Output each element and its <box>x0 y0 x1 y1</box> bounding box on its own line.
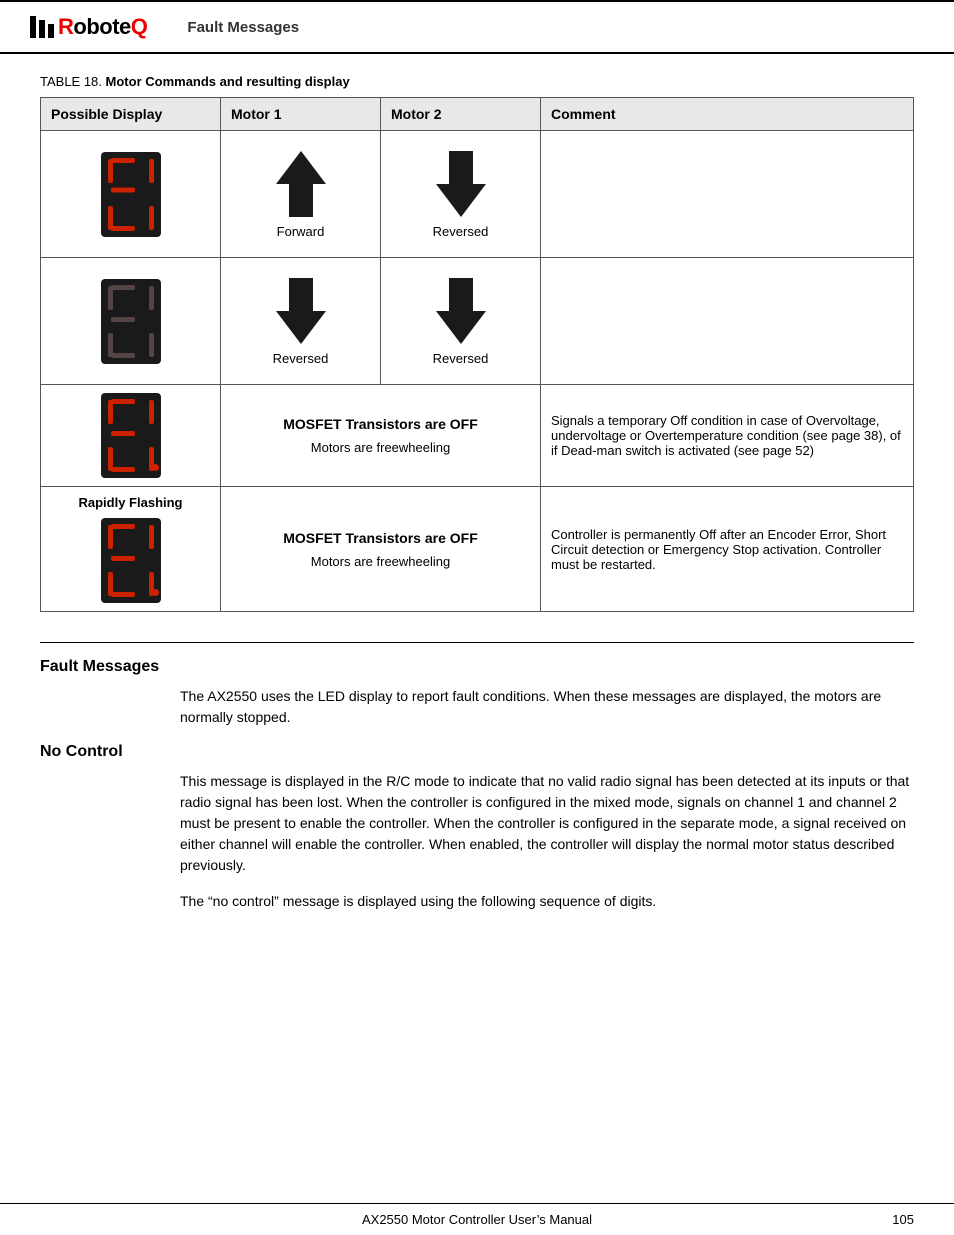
logo-text: RoboteQ <box>58 14 147 40</box>
mosfet-subtitle-row4: Motors are freewheeling <box>231 554 530 569</box>
no-control-body1: This message is displayed in the R/C mod… <box>180 771 914 876</box>
col-header-comment: Comment <box>541 98 914 131</box>
display-cell-row4: Rapidly Flashing <box>41 487 221 612</box>
arrow-down-container-m2r2: Reversed <box>391 266 530 376</box>
logo-bar-2 <box>39 20 45 38</box>
comment-cell-row2 <box>541 258 914 385</box>
fault-messages-divider <box>40 642 914 643</box>
footer-page: 105 <box>814 1212 914 1227</box>
motor1-label-row2: Reversed <box>273 351 329 366</box>
motor1-cell-row2: Reversed <box>221 258 381 385</box>
led-display-row3 <box>101 393 161 478</box>
no-control-body2: The “no control” message is displayed us… <box>180 891 914 912</box>
mosfet-cell-row3: MOSFET Transistors are OFF Motors are fr… <box>221 385 541 487</box>
arrow-down-icon-row1 <box>431 149 491 219</box>
table-row: Rapidly Flashing <box>41 487 914 612</box>
fault-messages-body: The AX2550 uses the LED display to repor… <box>180 686 914 728</box>
led-display-row4 <box>101 518 161 603</box>
arrow-up-container: Forward <box>231 139 370 249</box>
comment-cell-row3: Signals a temporary Off condition in cas… <box>541 385 914 487</box>
page-footer: AX2550 Motor Controller User’s Manual 10… <box>0 1203 954 1235</box>
motor-commands-table: Possible Display Motor 1 Motor 2 Comment <box>40 97 914 612</box>
no-control-heading: No Control <box>40 743 914 761</box>
arrow-down-icon-m2r2 <box>431 276 491 346</box>
arrow-down-icon-m1r2 <box>271 276 331 346</box>
table-caption: TABLE 18. Motor Commands and resulting d… <box>40 74 914 89</box>
col-header-motor1: Motor 1 <box>221 98 381 131</box>
table-row: Reversed Reversed <box>41 258 914 385</box>
arrow-down-container-m1r2: Reversed <box>231 266 370 376</box>
motor2-cell-row1: Reversed <box>381 131 541 258</box>
footer-center: AX2550 Motor Controller User’s Manual <box>140 1212 814 1227</box>
table-row: MOSFET Transistors are OFF Motors are fr… <box>41 385 914 487</box>
mosfet-cell-row4: MOSFET Transistors are OFF Motors are fr… <box>221 487 541 612</box>
mosfet-title-row3: MOSFET Transistors are OFF <box>231 416 530 432</box>
led-display-row2 <box>101 279 161 364</box>
mosfet-title-row4: MOSFET Transistors are OFF <box>231 530 530 546</box>
display-cell-row1 <box>41 131 221 258</box>
main-content: TABLE 18. Motor Commands and resulting d… <box>0 54 954 947</box>
motor2-label-row1: Reversed <box>433 224 489 239</box>
arrow-up-icon <box>271 149 331 219</box>
table-header-row: Possible Display Motor 1 Motor 2 Comment <box>41 98 914 131</box>
comment-cell-row4: Controller is permanently Off after an E… <box>541 487 914 612</box>
arrow-down-container-row1: Reversed <box>391 139 530 249</box>
comment-cell-row1 <box>541 131 914 258</box>
motor2-cell-row2: Reversed <box>381 258 541 385</box>
logo-bar-3 <box>48 24 54 38</box>
header-title: Fault Messages <box>187 19 299 36</box>
table-title: Motor Commands and resulting display <box>106 74 350 89</box>
motor2-label-row2: Reversed <box>433 351 489 366</box>
table-row: Forward Reversed <box>41 131 914 258</box>
logo-bars <box>30 16 54 38</box>
mosfet-subtitle-row3: Motors are freewheeling <box>231 440 530 455</box>
display-cell-row2 <box>41 258 221 385</box>
display-cell-row3 <box>41 385 221 487</box>
fault-messages-heading: Fault Messages <box>40 658 914 676</box>
logo-bar-1 <box>30 16 36 38</box>
logo-highlight: R <box>58 14 73 39</box>
table-number: TABLE 18. <box>40 74 102 89</box>
footer-left <box>40 1212 140 1227</box>
page-header: RoboteQ Fault Messages <box>0 0 954 54</box>
motor1-cell-row1: Forward <box>221 131 381 258</box>
logo-highlight-q: Q <box>131 14 148 39</box>
logo: RoboteQ <box>30 14 147 40</box>
rapidly-flashing-label: Rapidly Flashing <box>51 495 210 510</box>
col-header-display: Possible Display <box>41 98 221 131</box>
motor1-label-row1: Forward <box>277 224 325 239</box>
col-header-motor2: Motor 2 <box>381 98 541 131</box>
led-display-row1 <box>101 152 161 237</box>
